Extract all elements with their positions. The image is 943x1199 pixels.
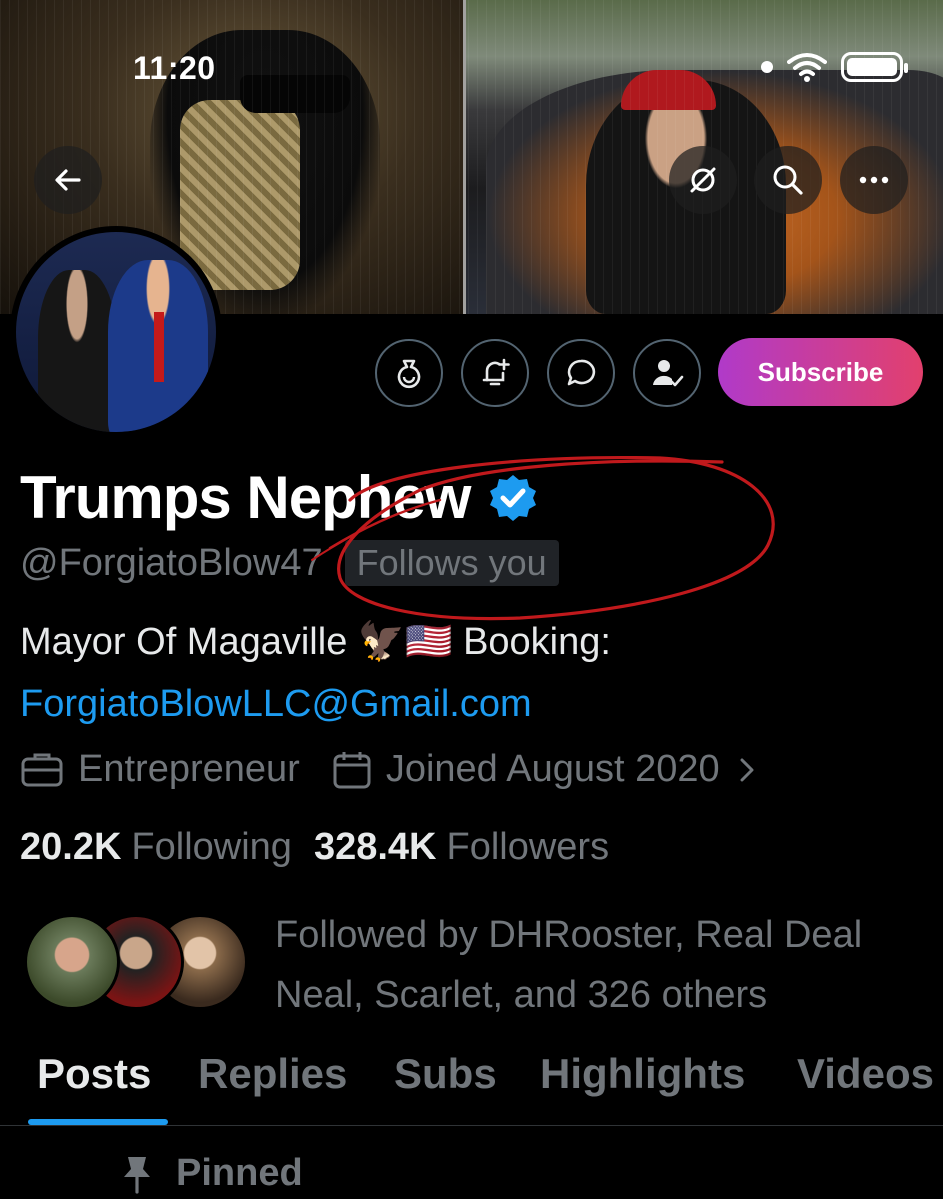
tab-videos[interactable]: Videos bbox=[797, 1050, 934, 1098]
tab-posts[interactable]: Posts bbox=[37, 1050, 151, 1098]
following-count: 20.2K bbox=[20, 826, 122, 868]
tab-highlights[interactable]: Highlights bbox=[540, 1050, 745, 1098]
notifications-button[interactable] bbox=[461, 339, 529, 407]
display-name-row: Trumps Nephew bbox=[20, 462, 538, 534]
battery-icon bbox=[841, 52, 908, 82]
profile-action-row bbox=[375, 339, 701, 407]
back-button[interactable] bbox=[34, 146, 102, 214]
pin-icon bbox=[124, 1156, 150, 1194]
following-link[interactable]: 20.2K Following bbox=[20, 826, 292, 869]
followed-by-text[interactable]: Followed by DHRooster, Real Deal Neal, S… bbox=[275, 905, 935, 1025]
display-name: Trumps Nephew bbox=[20, 464, 471, 531]
unmute-button[interactable] bbox=[669, 146, 737, 214]
calendar-icon bbox=[333, 751, 371, 788]
followers-label: Followers bbox=[446, 826, 610, 868]
tip-jar-icon bbox=[397, 359, 421, 389]
unmute-icon bbox=[690, 167, 716, 193]
username-handle: @ForgiatoBlow47 bbox=[20, 541, 323, 584]
pinned-label: Pinned bbox=[176, 1152, 303, 1194]
pinned-indicator: Pinned bbox=[120, 1152, 303, 1195]
follows-you-badge: Follows you bbox=[344, 540, 559, 586]
wifi-icon bbox=[787, 53, 827, 82]
chevron-right-icon[interactable] bbox=[732, 750, 762, 790]
signal-icon bbox=[761, 61, 773, 73]
status-time: 11:20 bbox=[133, 50, 216, 86]
followers-link[interactable]: 328.4K Followers bbox=[314, 826, 609, 869]
handle-row: @ForgiatoBlow47 Follows you bbox=[20, 540, 559, 586]
profile-category: Entrepreneur bbox=[78, 748, 300, 790]
following-button[interactable] bbox=[633, 339, 701, 407]
notification-bell-icon bbox=[482, 358, 510, 386]
following-user-icon bbox=[653, 360, 684, 387]
message-icon bbox=[567, 359, 596, 386]
tab-replies[interactable]: Replies bbox=[198, 1050, 347, 1098]
more-icon bbox=[859, 176, 889, 184]
back-arrow-icon bbox=[55, 169, 81, 191]
profile-avatar[interactable] bbox=[10, 226, 222, 438]
followers-count: 328.4K bbox=[313, 826, 437, 868]
status-icons bbox=[761, 52, 908, 82]
bio-email-link[interactable]: ForgiatoBlowLLC@Gmail.com bbox=[20, 683, 532, 726]
verified-badge-icon[interactable] bbox=[488, 473, 538, 523]
bio-text: Mayor Of Magaville 🦅🇺🇸 Booking: bbox=[20, 621, 611, 663]
tab-divider bbox=[0, 1125, 943, 1126]
follow-stats: 20.2K Following 328.4K Followers bbox=[20, 826, 609, 869]
avatar bbox=[24, 914, 120, 1010]
joined-date: Joined August 2020 bbox=[385, 748, 720, 790]
tip-button[interactable] bbox=[375, 339, 443, 407]
followed-by-avatars[interactable] bbox=[22, 912, 252, 1012]
message-button[interactable] bbox=[547, 339, 615, 407]
search-icon bbox=[773, 165, 803, 195]
tab-subs[interactable]: Subs bbox=[394, 1050, 497, 1098]
profile-tabs: Posts Replies Subs Highlights Videos bbox=[0, 1050, 943, 1126]
subscribe-button[interactable]: Subscribe bbox=[718, 338, 923, 406]
following-label: Following bbox=[131, 826, 292, 868]
search-button[interactable] bbox=[754, 146, 822, 214]
profile-meta: Entrepreneur Joined August 2020 bbox=[20, 748, 762, 791]
more-button[interactable] bbox=[840, 146, 908, 214]
briefcase-icon bbox=[21, 753, 63, 786]
